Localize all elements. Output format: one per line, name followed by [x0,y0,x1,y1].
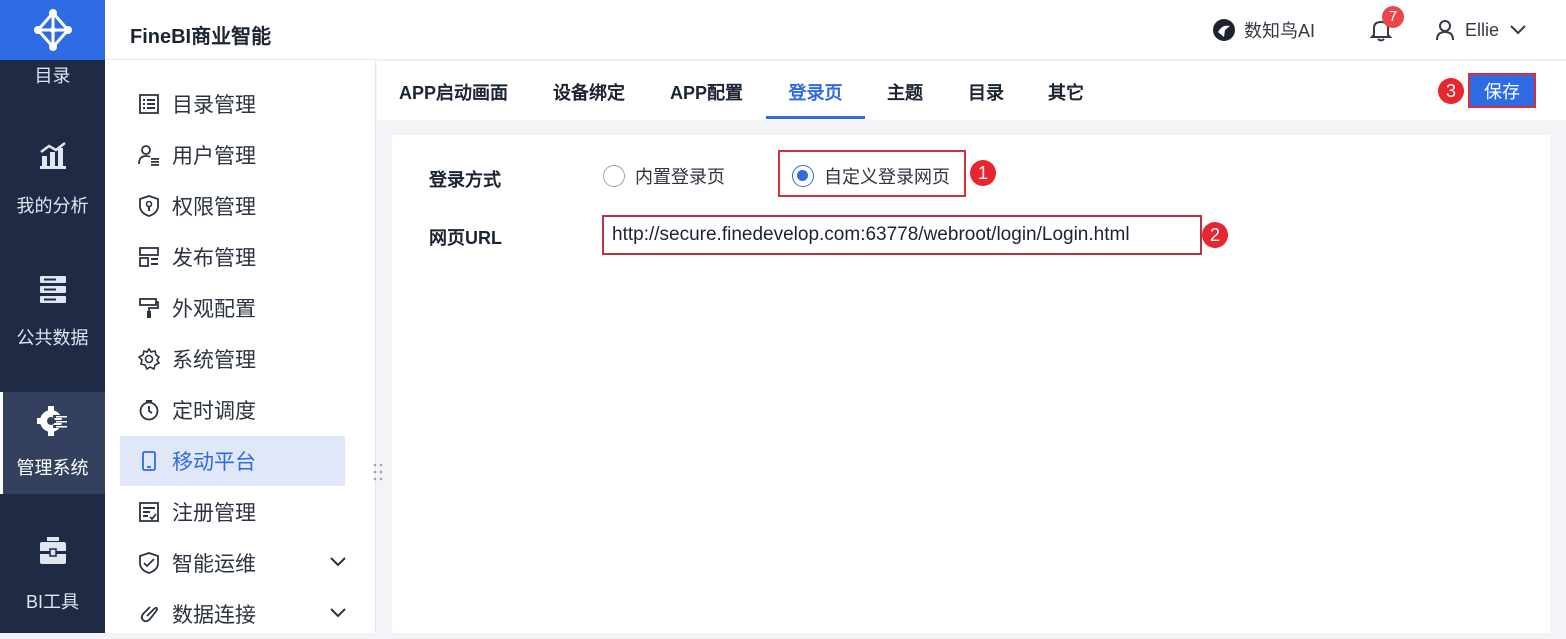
menu-item-system-management[interactable]: 系统管理 [120,334,345,384]
rail-item-label: 我的分析 [16,196,89,216]
menu-item-smart-ops[interactable]: 智能运维 [120,538,346,588]
gear-icon [138,348,160,370]
user-menu[interactable]: Ellie [1435,16,1527,44]
tab-other[interactable]: 其它 [1048,79,1084,119]
rail-item-label: BI工具 [25,592,79,612]
rail-item-public-data[interactable]: 公共数据 [0,262,105,364]
shield-icon [139,195,159,217]
link-icon [140,606,158,623]
management-menu: 目录管理 用户管理 权限管理 发布管理 外观配置 系统管理 定时调度 移动平台 … [105,60,376,633]
top-header: FineBI商业智能 数知鸟AI 7 Ellie [105,0,1566,60]
menu-item-label: 数据连接 [172,604,256,627]
tab-login-page[interactable]: 登录页 [766,79,865,119]
ai-label: 数知鸟AI [1244,21,1316,41]
rail-item-bi-tools[interactable]: BI工具 [0,524,105,626]
analysis-chart-icon [40,142,66,169]
login-url-input[interactable]: http://secure.finedevelop.com:63778/webr… [602,215,1202,255]
tab-device-binding[interactable]: 设备绑定 [553,79,625,119]
tab-app-launch-screen[interactable]: APP启动画面 [399,79,508,119]
list-icon [139,94,159,114]
step-marker-1: 1 [970,160,996,186]
login-method-label: 登录方式 [429,170,501,190]
menu-item-scheduled-tasks[interactable]: 定时调度 [120,385,345,435]
rail-item-label: 目录 [34,66,71,86]
menu-item-label: 外观配置 [172,298,256,321]
menu-item-label: 用户管理 [172,145,256,168]
tab-theme[interactable]: 主题 [887,79,923,119]
chevron-down-icon [1510,25,1526,35]
mobile-icon [142,451,156,471]
app-title: FineBI商业智能 [130,26,272,48]
rail-item-catalog[interactable]: 目录 [0,60,105,100]
menu-item-label: 注册管理 [172,502,256,525]
menu-item-label: 系统管理 [172,349,256,372]
register-icon [139,502,159,522]
rail-item-label: 公共数据 [16,328,89,348]
rail-item-label: 管理系统 [16,458,89,478]
menu-item-label: 权限管理 [172,196,256,219]
menu-item-user-management[interactable]: 用户管理 [120,130,345,180]
tab-catalog[interactable]: 目录 [968,79,1004,119]
user-avatar-icon [1436,20,1454,41]
menu-item-label: 移动平台 [172,451,256,474]
menu-item-data-connection[interactable]: 数据连接 [120,589,346,639]
radio-label: 自定义登录网页 [824,167,950,187]
menu-item-label: 智能运维 [172,553,256,576]
save-button[interactable]: 保存 [1468,73,1536,108]
stopwatch-icon [139,400,159,421]
primary-nav-rail: 目录 我的分析 公共数据 管理系统 BI工具 [0,0,105,633]
radio-custom-login-page[interactable]: 自定义登录网页 [792,163,950,189]
management-gear-icon [37,406,68,436]
login-page-settings-panel: 登录方式 内置登录页 自定义登录网页 1 网页URL http://secure… [392,135,1550,633]
step-marker-3: 3 [1438,78,1464,104]
menu-item-catalog-management[interactable]: 目录管理 [120,79,345,129]
menu-item-registration-management[interactable]: 注册管理 [120,487,345,537]
publish-icon [139,247,159,267]
database-icon [40,276,66,303]
paint-roller-icon [139,298,159,318]
rail-item-my-analysis[interactable]: 我的分析 [0,130,105,232]
tab-app-config[interactable]: APP配置 [670,79,743,119]
settings-tab-bar: APP启动画面 设备绑定 APP配置 登录页 主题 目录 其它 3 保存 [377,61,1566,120]
url-label: 网页URL [429,228,502,248]
user-name: Ellie [1465,19,1500,40]
notification-badge: 7 [1382,6,1404,28]
app-logo[interactable] [0,0,105,60]
menu-item-label: 目录管理 [172,94,256,117]
logo-icon [33,9,72,51]
chevron-down-icon [330,608,346,618]
menu-item-label: 定时调度 [172,400,256,423]
chevron-down-icon [330,557,346,567]
user-list-icon [138,145,159,166]
radio-builtin-login-page[interactable]: 内置登录页 [603,163,725,189]
toolbox-icon [40,537,66,564]
radio-label: 内置登录页 [635,167,725,187]
menu-item-permission-management[interactable]: 权限管理 [120,181,345,231]
step-marker-2: 2 [1202,222,1228,248]
ai-assistant-link[interactable]: 数知鸟AI [1212,17,1315,43]
resize-handle[interactable] [371,462,385,482]
menu-item-mobile-platform[interactable]: 移动平台 [120,436,345,486]
radio-circle [792,165,814,187]
menu-item-appearance-config[interactable]: 外观配置 [120,283,345,333]
menu-item-label: 发布管理 [172,247,256,270]
smart-ops-icon [139,552,159,574]
ai-bird-icon [1213,19,1235,41]
rail-item-management-system[interactable]: 管理系统 [0,392,105,494]
radio-circle [603,165,625,187]
menu-item-publish-management[interactable]: 发布管理 [120,232,345,282]
